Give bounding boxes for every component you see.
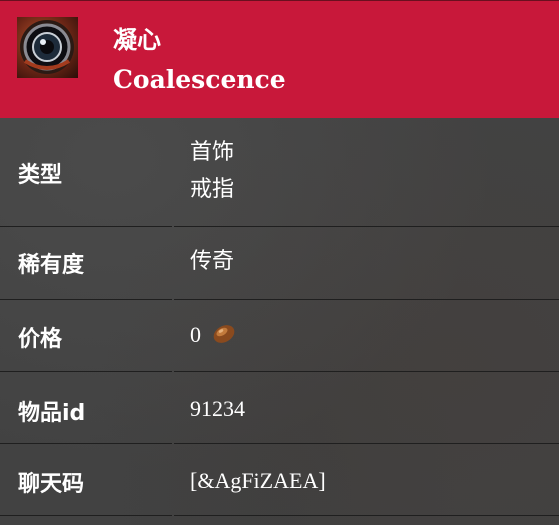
rarity-label: 稀有度 — [18, 253, 85, 278]
type-category-value: 首饰 — [190, 140, 235, 165]
price-value-group: 0 — [190, 322, 237, 351]
item-name-chinese: 凝心 — [113, 26, 161, 54]
type-subcategory-value: 戒指 — [190, 177, 235, 202]
chat-code-label: 聊天码 — [18, 472, 85, 497]
chat-code-value[interactable]: [&AgFiZAEA] — [190, 468, 326, 494]
rarity-value: 传奇 — [190, 249, 235, 274]
row-price: 价格 0 — [0, 300, 559, 371]
price-label: 价格 — [18, 327, 63, 352]
item-id-label: 物品id — [18, 401, 86, 426]
row-type: 类型 首饰 戒指 — [0, 118, 559, 226]
row-divider — [174, 515, 559, 516]
item-id-value: 91234 — [190, 396, 245, 421]
price-value: 0 — [190, 322, 201, 347]
item-name-english: Coalescence — [113, 65, 286, 94]
row-item-id: 物品id 91234 — [0, 372, 559, 443]
item-infobox: 凝心 Coalescence 类型 首饰 戒指 稀有度 传奇 价格 0 物品id… — [0, 0, 559, 525]
copper-coin-icon — [211, 323, 237, 351]
type-label: 类型 — [18, 163, 63, 188]
row-chat-code: 聊天码 [&AgFiZAEA] — [0, 444, 559, 515]
item-ring-icon — [17, 17, 78, 78]
row-divider — [0, 515, 172, 516]
row-rarity: 稀有度 传奇 — [0, 227, 559, 299]
item-header: 凝心 Coalescence — [0, 0, 559, 118]
